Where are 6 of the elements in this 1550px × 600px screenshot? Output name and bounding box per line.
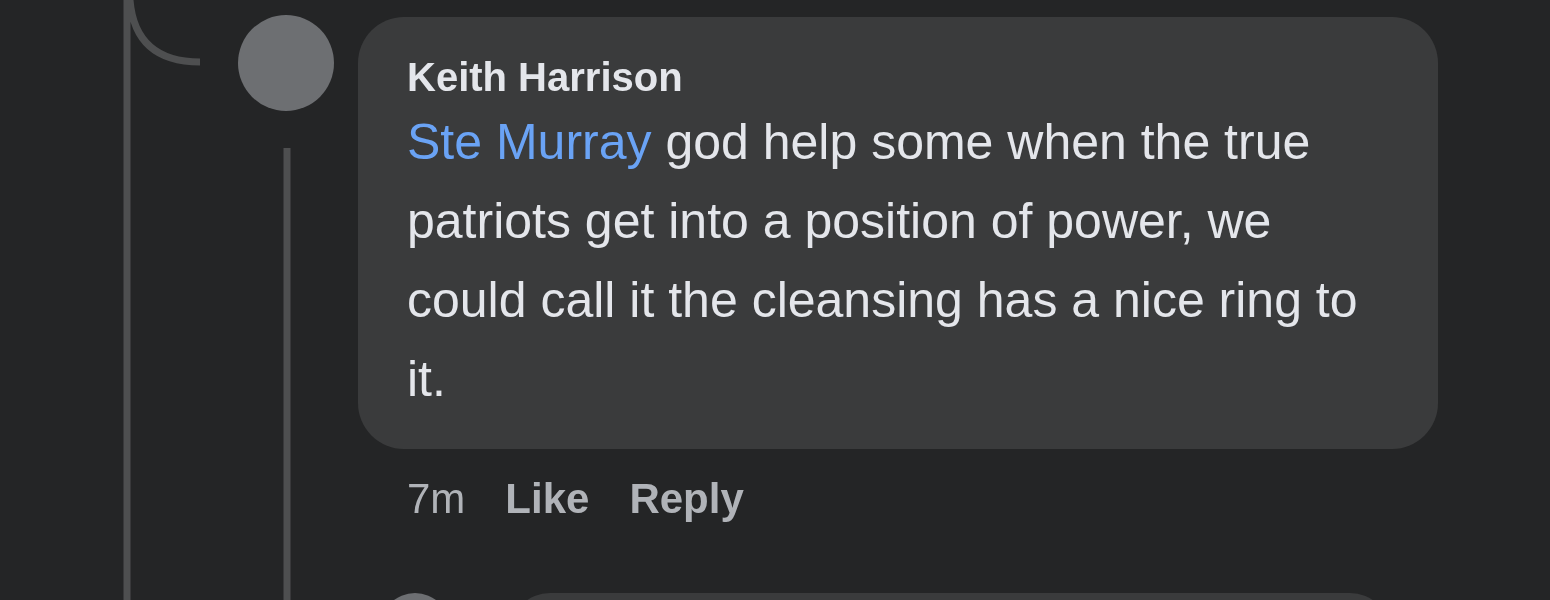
mention-link[interactable]: Ste Murray — [407, 114, 652, 170]
action-link[interactable]: Like — [505, 475, 590, 523]
action-link[interactable]: Reply — [629, 475, 744, 523]
comment-time: 7m — [407, 475, 466, 523]
comment-text: Ste Murray god help some when the true patriots get into a position of power, we could call it the cleansing has a nice ring to it. — [407, 113, 1359, 409]
author-name[interactable]: Keith Harrison — [407, 51, 1398, 103]
